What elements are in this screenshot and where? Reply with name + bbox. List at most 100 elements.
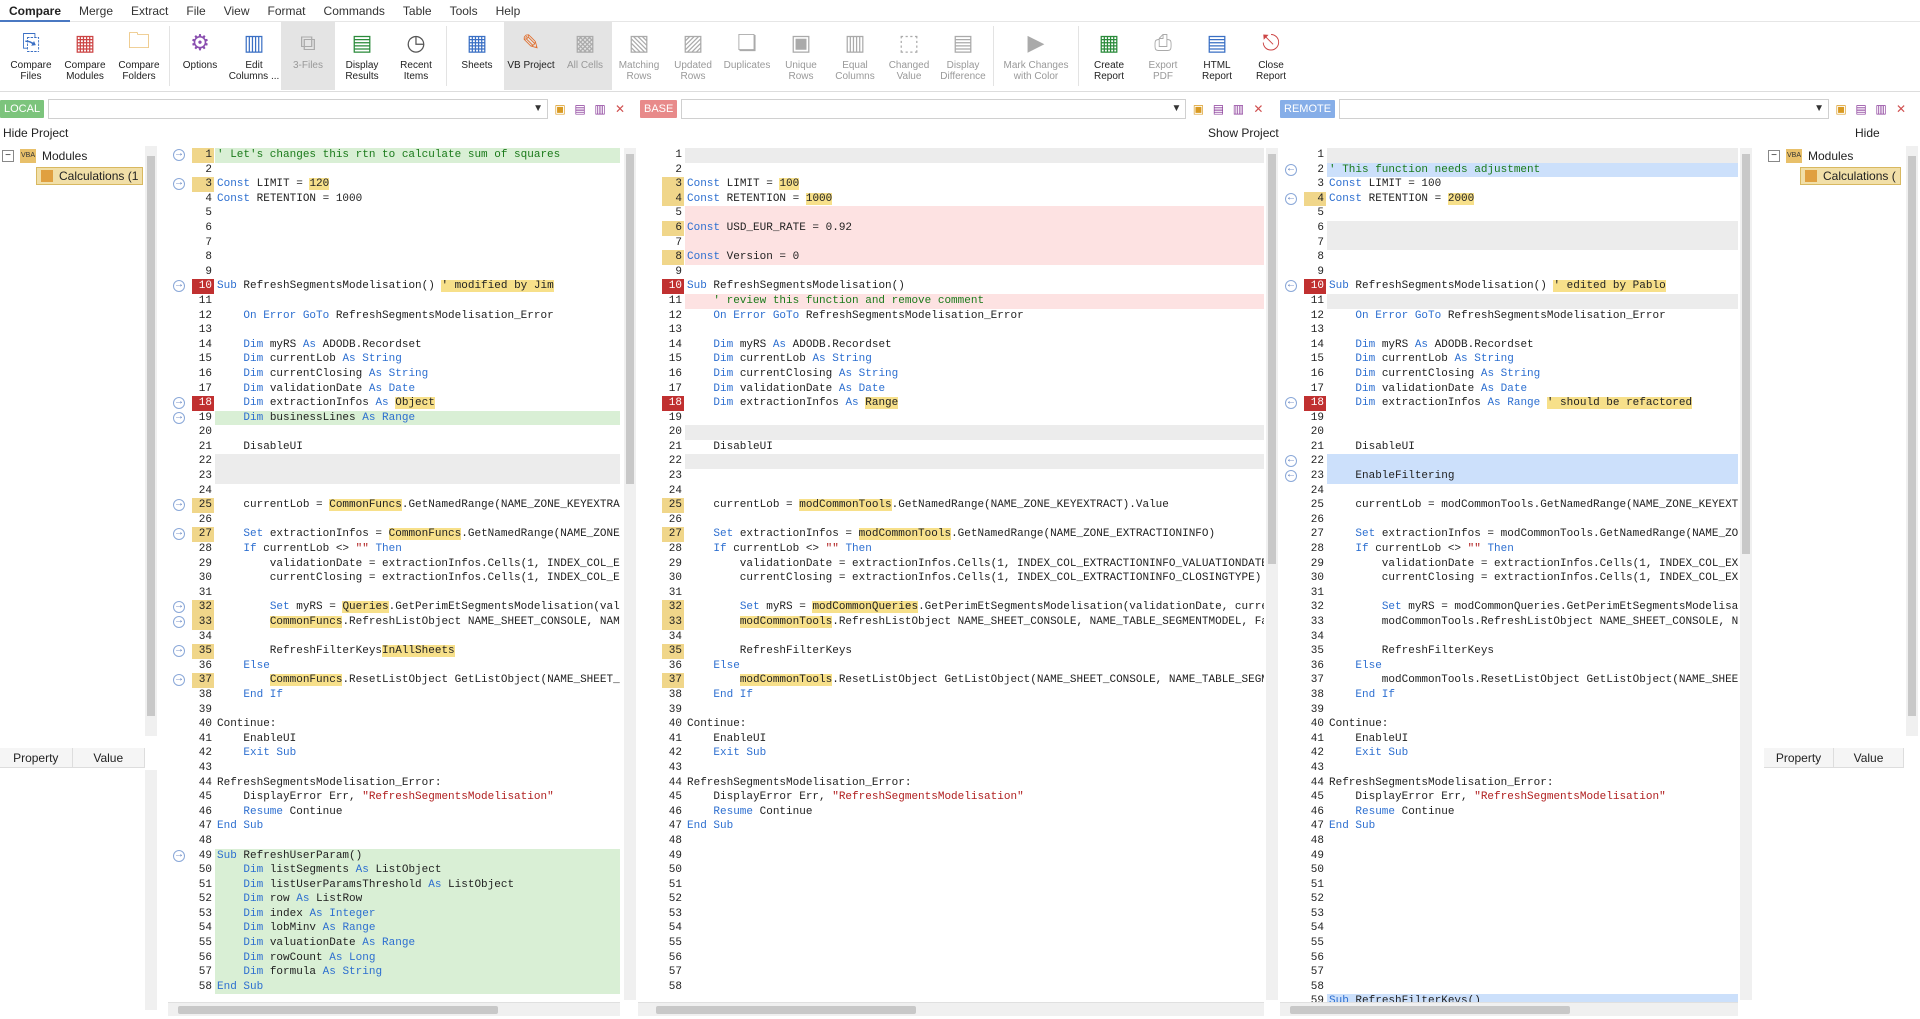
save-as-icon[interactable]: ▥: [1230, 101, 1246, 117]
export-pdf-button[interactable]: ⎙ Export PDF: [1136, 22, 1190, 90]
menu-merge[interactable]: Merge: [70, 0, 122, 22]
left-tree-scrollbar[interactable]: [145, 146, 157, 736]
compare-modules-button[interactable]: ▦ Compare Modules: [58, 22, 112, 90]
chevron-down-icon[interactable]: ▼: [1171, 103, 1181, 114]
code-line[interactable]: 9: [1280, 265, 1738, 280]
tree-item-selected[interactable]: Calculations (1: [36, 167, 144, 185]
code-line[interactable]: 37 modCommonTools.ResetListObject GetLis…: [638, 673, 1264, 688]
close-report-button[interactable]: ⎋ Close Report: [1244, 22, 1298, 90]
code-line[interactable]: 27 Set extractionInfos = modCommonTools.…: [638, 527, 1264, 543]
code-line[interactable]: 9: [168, 265, 620, 280]
edit-columns-button[interactable]: ▥ Edit Columns ...: [227, 22, 281, 90]
menu-format[interactable]: Format: [259, 0, 315, 22]
code-line[interactable]: 44 RefreshSegmentsModelisation_Error:: [638, 776, 1264, 791]
code-line[interactable]: 35 RefreshFilterKeys: [638, 644, 1264, 659]
code-line[interactable]: 41 EnableUI: [1280, 732, 1738, 747]
merge-right-icon[interactable]: →: [173, 674, 185, 687]
equal-columns-button[interactable]: ▥ Equal Columns: [828, 22, 882, 90]
base-path-input[interactable]: ▼: [681, 99, 1187, 119]
code-line[interactable]: 17 Dim validationDate As Date: [1280, 382, 1738, 397]
code-line[interactable]: → 27 Set extractionInfos = CommonFuncs.Ge…: [168, 527, 620, 543]
tree-item-selected[interactable]: Calculations (: [1800, 167, 1901, 185]
chevron-down-icon[interactable]: ▼: [1814, 103, 1824, 114]
code-line[interactable]: → 37 CommonFuncs.ResetListObject GetListO…: [168, 673, 620, 688]
right-tree-scrollbar[interactable]: [1906, 146, 1918, 736]
code-line[interactable]: 42 Exit Sub: [168, 746, 620, 761]
code-line[interactable]: 21 DisableUI: [638, 440, 1264, 455]
code-line[interactable]: 16 Dim currentClosing As String: [1280, 367, 1738, 382]
code-line[interactable]: ← 23 EnableFiltering: [1280, 469, 1738, 484]
code-line[interactable]: 5: [1280, 206, 1738, 221]
code-line[interactable]: 21 DisableUI: [1280, 440, 1738, 455]
code-line[interactable]: 48: [1280, 834, 1738, 849]
folder-open-icon[interactable]: ▣: [1833, 101, 1849, 117]
code-line[interactable]: 45 DisplayError Err, "RefreshSegmentsMod…: [1280, 790, 1738, 805]
code-line[interactable]: 15 Dim currentLob As String: [168, 352, 620, 367]
chevron-down-icon[interactable]: ▼: [533, 103, 543, 114]
code-line[interactable]: 28 If currentLob <> "" Then: [638, 542, 1264, 557]
code-line[interactable]: 4 Const RETENTION = 1000: [638, 191, 1264, 207]
code-line[interactable]: 40 Continue:: [1280, 717, 1738, 732]
code-line[interactable]: 34: [1280, 630, 1738, 645]
code-line[interactable]: 22: [638, 454, 1264, 470]
code-line[interactable]: 34: [638, 630, 1264, 645]
merge-left-icon[interactable]: ←: [1285, 280, 1297, 293]
code-line[interactable]: 25 currentLob = modCommonTools.GetNamedR…: [1280, 498, 1738, 513]
code-line[interactable]: 47 End Sub: [638, 819, 1264, 834]
code-line[interactable]: 14 Dim myRS As ADODB.Recordset: [1280, 338, 1738, 353]
code-line[interactable]: 2: [168, 163, 620, 178]
code-line[interactable]: → 32 Set myRS = Queries.GetPerimEtSegment…: [168, 600, 620, 615]
matching-rows-button[interactable]: ▧ Matching Rows: [612, 22, 666, 90]
code-line[interactable]: → 33 CommonFuncs.RefreshListObject NAME_S…: [168, 615, 620, 630]
code-line[interactable]: 54: [1280, 921, 1738, 936]
code-line[interactable]: 24: [638, 484, 1264, 499]
code-line[interactable]: 26: [1280, 513, 1738, 528]
code-line[interactable]: 10 Sub RefreshSegmentsModelisation(): [638, 279, 1264, 294]
code-line[interactable]: 52: [1280, 892, 1738, 907]
code-line[interactable]: 32 Set myRS = modCommonQueries.GetPerimE…: [1280, 600, 1738, 615]
code-line[interactable]: 26: [638, 513, 1264, 528]
code-line[interactable]: 40 Continue:: [638, 717, 1264, 732]
code-line[interactable]: 55: [638, 936, 1264, 951]
mark-changes-button[interactable]: ▶ Mark Changes with Color: [997, 22, 1075, 90]
merge-left-icon[interactable]: ←: [1285, 397, 1297, 410]
code-line[interactable]: ← 22: [1280, 454, 1738, 470]
merge-left-icon[interactable]: ←: [1285, 192, 1297, 205]
code-line[interactable]: ← 10 Sub RefreshSegmentsModelisation() ' e…: [1280, 279, 1738, 294]
code-line[interactable]: 39: [638, 703, 1264, 718]
menu-file[interactable]: File: [177, 0, 214, 22]
code-line[interactable]: 49: [638, 849, 1264, 864]
sheets-button[interactable]: ▦ Sheets: [450, 22, 504, 90]
code-line[interactable]: 20: [1280, 425, 1738, 440]
code-line[interactable]: 57: [1280, 965, 1738, 980]
code-line[interactable]: 52: [638, 892, 1264, 907]
code-line[interactable]: 11: [1280, 293, 1738, 309]
close-icon[interactable]: ✕: [1250, 101, 1266, 117]
code-line[interactable]: 20: [638, 425, 1264, 440]
unique-rows-button[interactable]: ▣ Unique Rows: [774, 22, 828, 90]
local-path-input[interactable]: ▼: [48, 99, 549, 119]
code-line[interactable]: 53: [638, 907, 1264, 922]
code-line[interactable]: 8: [168, 250, 620, 265]
code-line[interactable]: 13: [1280, 323, 1738, 338]
code-line[interactable]: 33 modCommonTools.RefreshListObject NAME…: [1280, 615, 1738, 630]
merge-left-icon[interactable]: ←: [1285, 470, 1297, 483]
code-line[interactable]: 58: [638, 980, 1264, 995]
changed-value-button[interactable]: ⬚ Changed Value: [882, 22, 936, 90]
code-line[interactable]: 52 Dim row As ListRow: [168, 892, 620, 907]
code-line[interactable]: 5: [638, 206, 1264, 221]
code-line[interactable]: 30 currentClosing = extractionInfos.Cell…: [638, 571, 1264, 586]
merge-right-icon[interactable]: →: [173, 178, 185, 191]
html-report-button[interactable]: ▤ HTML Report: [1190, 22, 1244, 90]
code-line[interactable]: 45 DisplayError Err, "RefreshSegmentsMod…: [638, 790, 1264, 805]
code-line[interactable]: 6 Const USD_EUR_RATE = 0.92: [638, 220, 1264, 236]
compare-folders-button[interactable]: 🗀 Compare Folders: [112, 22, 166, 90]
three-files-button[interactable]: ⧉ 3-Files: [281, 22, 335, 90]
code-line[interactable]: → 10 Sub RefreshSegmentsModelisation() ' m…: [168, 279, 620, 294]
code-line[interactable]: 58 End Sub: [168, 979, 620, 995]
display-difference-button[interactable]: ▤ Display Difference: [936, 22, 990, 90]
code-line[interactable]: 15 Dim currentLob As String: [638, 352, 1264, 367]
code-line[interactable]: 50: [638, 863, 1264, 878]
code-line[interactable]: 3 Const LIMIT = 100: [1280, 177, 1738, 192]
code-line[interactable]: 1: [638, 148, 1264, 163]
